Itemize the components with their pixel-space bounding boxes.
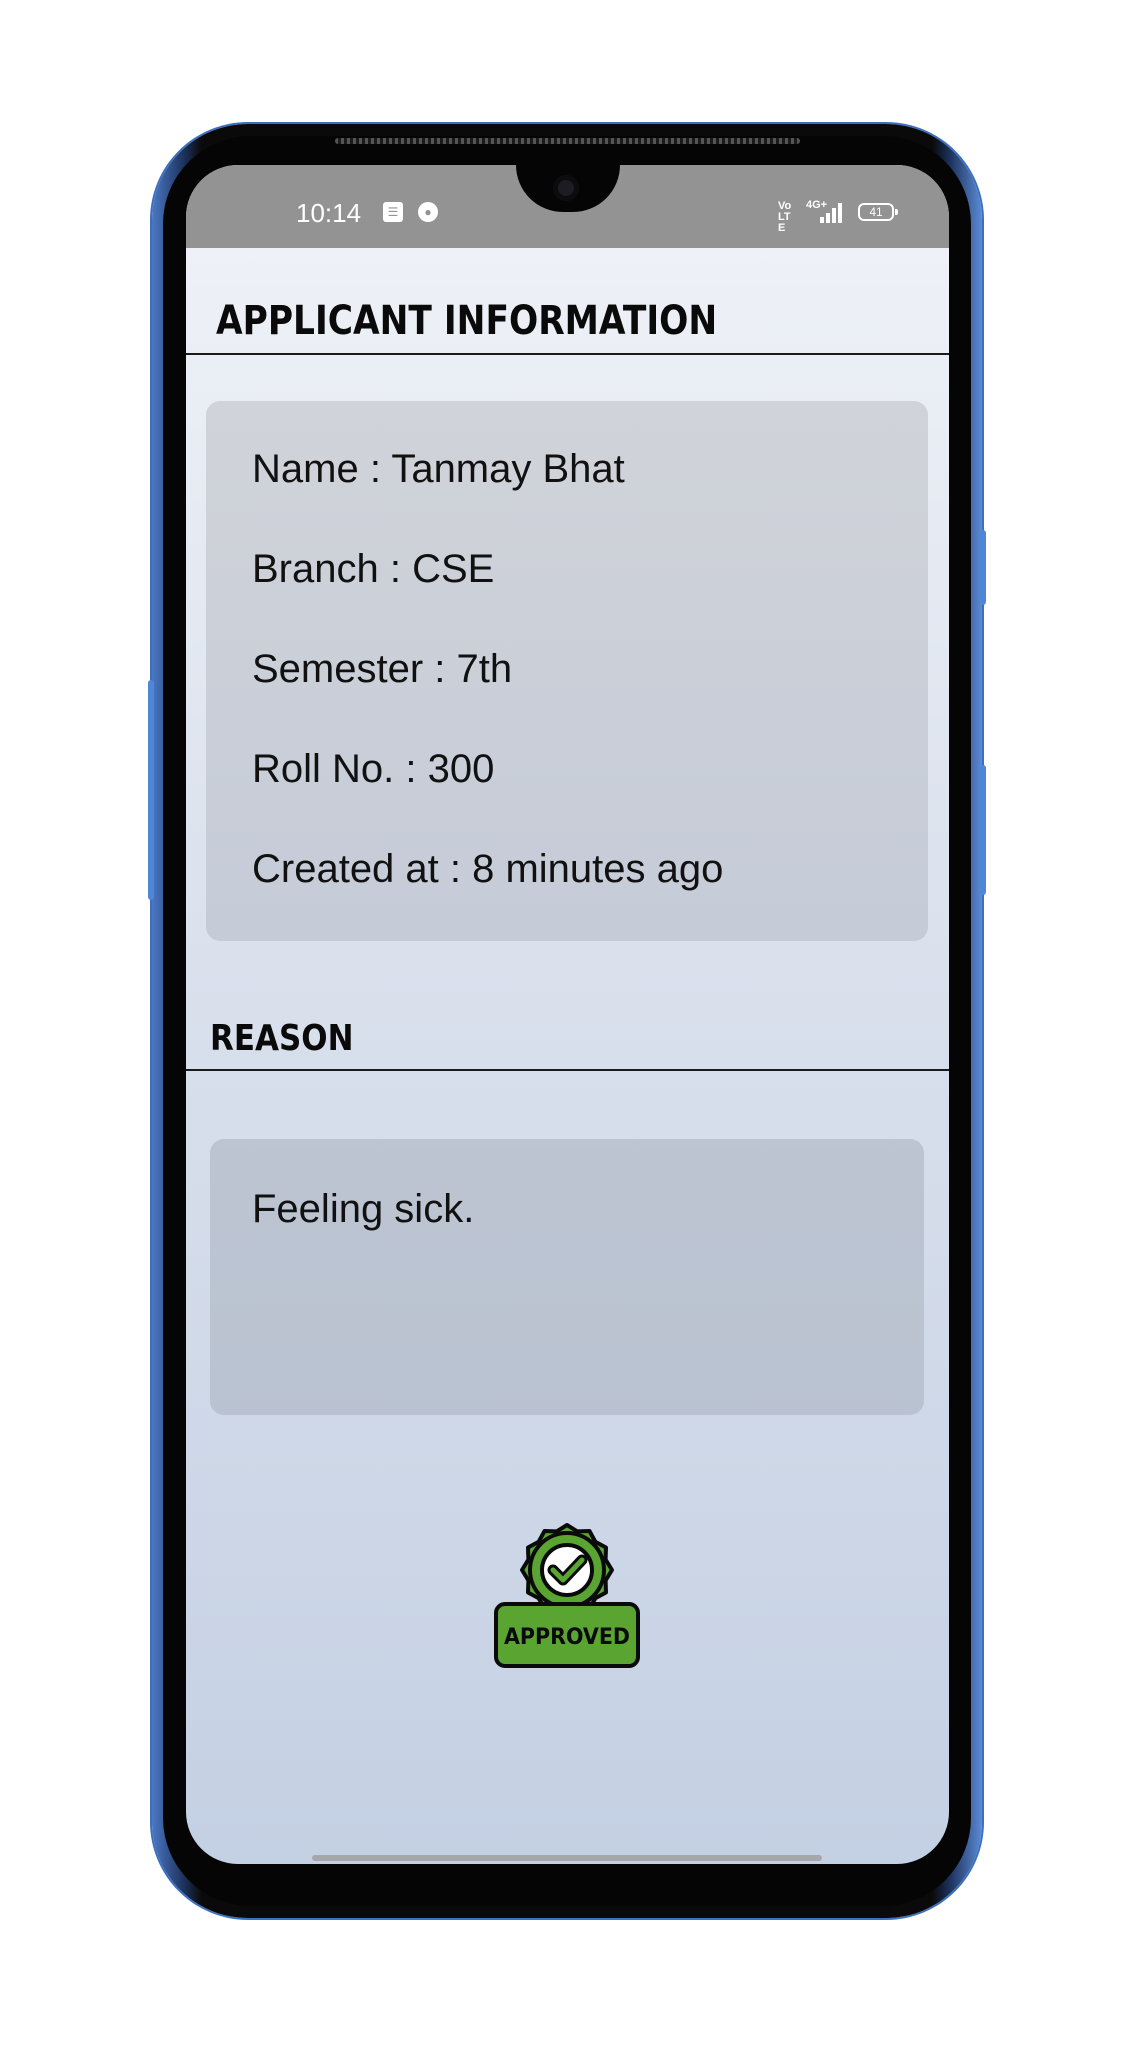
status-time: 10:14 <box>296 198 362 228</box>
battery-icon: 41 <box>858 203 898 221</box>
account-icon: ● <box>418 202 438 222</box>
gesture-bar[interactable] <box>312 1855 822 1861</box>
status-badge: APPROVED <box>504 1625 630 1650</box>
reason-section-title: REASON <box>210 1018 354 1059</box>
signal-icon: 4G+ <box>806 199 844 223</box>
applicant-name: Name : Tanmay Bhat <box>252 447 625 491</box>
reason-card: Feeling sick. <box>210 1139 924 1415</box>
applicant-info-card: Name : Tanmay Bhat Branch : CSE Semester… <box>206 401 928 941</box>
applicant-branch: Branch : CSE <box>252 547 495 591</box>
side-button <box>980 765 986 895</box>
screen: 10:14 ☰ ● Vo LTE 4G+ 41 APPLICANT INFORM… <box>186 165 949 1864</box>
applicant-semester: Semester : 7th <box>252 647 513 691</box>
applicant-section-title: APPLICANT INFORMATION <box>216 298 718 344</box>
network-type-label: 4G+ <box>806 199 828 211</box>
message-icon: ☰ <box>383 202 403 222</box>
approved-badge-icon: APPROVED <box>494 1523 640 1668</box>
volume-button <box>148 680 154 900</box>
front-camera <box>553 175 579 201</box>
applicant-divider <box>186 353 949 355</box>
reason-divider <box>186 1069 949 1071</box>
volte-icon: Vo LTE <box>778 200 792 234</box>
applicant-created-at: Created at : 8 minutes ago <box>252 847 724 891</box>
applicant-roll-no: Roll No. : 300 <box>252 747 495 791</box>
earpiece-speaker <box>335 138 800 144</box>
reason-text: Feeling sick. <box>252 1187 475 1231</box>
power-button <box>980 530 986 605</box>
